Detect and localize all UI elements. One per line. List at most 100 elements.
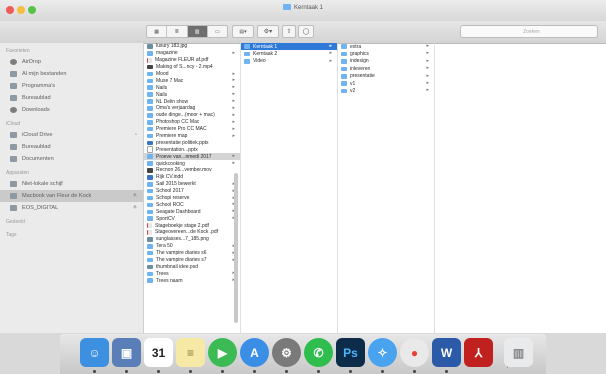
pdf-file-icon bbox=[147, 229, 152, 235]
finder-icon[interactable]: ☺ bbox=[80, 338, 109, 367]
eject-icon[interactable]: ≙ bbox=[133, 193, 137, 199]
file-row[interactable]: v1 ▸ bbox=[338, 80, 434, 87]
file-row[interactable]: Photoshop CC Mac ▸ bbox=[144, 119, 240, 126]
file-row[interactable]: Proeve van...nmedi 2017 ▸ bbox=[144, 153, 240, 161]
desktop-icon bbox=[10, 144, 17, 150]
file-row[interactable]: Presentation...pptx bbox=[144, 146, 240, 154]
file-row[interactable]: Kerntaak 1 ▸ bbox=[241, 43, 337, 51]
trash-icon[interactable]: ▥ bbox=[504, 338, 533, 367]
file-row[interactable]: Premiere Pro CC MAC ▸ bbox=[144, 126, 240, 133]
acrobat-icon[interactable]: ⅄ bbox=[464, 338, 493, 367]
eject-icon[interactable]: ≙ bbox=[133, 205, 137, 211]
dock: ☺ ▣ 31 ≡ ▶ A ⚙ ✆ Ps ✧ ● W ⅄ ▥ bbox=[60, 334, 546, 374]
column-2: Kerntaak 1 ▸ Kerntaak 2 ▸ Video ▸ bbox=[241, 43, 338, 333]
file-row[interactable]: NL Delin show ▸ bbox=[144, 98, 240, 105]
sidebar-item[interactable]: Bureaublad bbox=[0, 92, 143, 104]
sidebar-item[interactable]: Documenten bbox=[0, 153, 143, 165]
sidebar-item[interactable]: Niet-lokale schijf bbox=[0, 178, 143, 190]
file-row[interactable]: Oma's verjaardag ▸ bbox=[144, 105, 240, 112]
file-row[interactable]: thumbnail idee.psd bbox=[144, 264, 240, 271]
file-row[interactable]: Schopi reserve▸ bbox=[144, 195, 240, 202]
column-scrollbar[interactable] bbox=[234, 173, 238, 323]
disk-icon bbox=[10, 205, 17, 211]
file-row[interactable]: Tera 50▸ bbox=[144, 243, 240, 250]
view-mode-segmented-control[interactable]: ▦ ≣ ▥ ▭ bbox=[146, 25, 228, 38]
tags-button[interactable]: ◯ bbox=[298, 25, 314, 38]
file-name: magazine bbox=[156, 50, 178, 57]
search-input[interactable]: Zoeken bbox=[460, 25, 598, 38]
sidebar-item[interactable]: EOS_DIGITAL ≙ bbox=[0, 202, 143, 214]
file-row[interactable]: Muse 7 Mac ▸ bbox=[144, 77, 240, 84]
file-row[interactable]: Kerntaak 2 ▸ bbox=[241, 50, 337, 57]
file-row[interactable]: The vampire diaries s6▸ bbox=[144, 250, 240, 257]
tag-icon: ◯ bbox=[302, 29, 310, 35]
file-row[interactable]: presentatie ▸ bbox=[338, 73, 434, 80]
app-store-icon[interactable]: A bbox=[240, 338, 269, 367]
file-row[interactable]: v2 ▸ bbox=[338, 87, 434, 94]
folder-icon bbox=[147, 154, 153, 159]
safari-icon[interactable]: ✧ bbox=[368, 338, 397, 367]
mov-file-icon bbox=[147, 168, 153, 173]
facetime-icon[interactable]: ▶ bbox=[208, 338, 237, 367]
preview-icon[interactable]: ▣ bbox=[112, 338, 141, 367]
file-row[interactable]: inleveren ▸ bbox=[338, 65, 434, 72]
search-placeholder: Zoeken bbox=[523, 28, 540, 35]
whatsapp-icon[interactable]: ✆ bbox=[304, 338, 333, 367]
sidebar-item[interactable]: Bureaublad bbox=[0, 141, 143, 153]
file-row[interactable]: SportCV▸ bbox=[144, 215, 240, 222]
folder-icon bbox=[282, 4, 291, 10]
file-row[interactable]: Magazine FLEUR af.pdf bbox=[144, 57, 240, 64]
chrome-icon[interactable]: ● bbox=[400, 338, 429, 367]
calendar-icon[interactable]: 31 bbox=[144, 338, 173, 367]
file-row[interactable]: Seagate Dashboard▸ bbox=[144, 208, 240, 215]
file-row[interactable]: Sail 2015 bewerkt▸ bbox=[144, 181, 240, 188]
folder-icon bbox=[244, 51, 250, 57]
file-row[interactable]: School ROC▸ bbox=[144, 201, 240, 208]
file-row[interactable]: The vampire diaries s7▸ bbox=[144, 257, 240, 264]
file-file-icon bbox=[147, 146, 153, 154]
file-row[interactable]: presentatie politiek.pptx bbox=[144, 139, 240, 146]
folder-icon bbox=[147, 161, 153, 166]
icon-view-icon[interactable]: ▦ bbox=[147, 26, 168, 37]
column-view-icon[interactable]: ▥ bbox=[187, 26, 208, 37]
file-row[interactable]: Trees naam▸ bbox=[144, 277, 240, 284]
file-row[interactable]: Trees▸ bbox=[144, 270, 240, 277]
file-row[interactable]: sunglasses...7_185.png bbox=[144, 236, 240, 243]
word-icon[interactable]: W bbox=[432, 338, 461, 367]
file-row[interactable]: Stageovereen...de Kock .pdf bbox=[144, 229, 240, 236]
file-row[interactable]: School 2017▸ bbox=[144, 188, 240, 195]
sidebar-item[interactable]: Programma's bbox=[0, 80, 143, 92]
system-preferences-icon[interactable]: ⚙ bbox=[272, 338, 301, 367]
file-name: Magazine FLEUR af.pdf bbox=[155, 57, 209, 64]
notes-icon[interactable]: ≡ bbox=[176, 338, 205, 367]
share-button[interactable]: ⇧ bbox=[282, 25, 296, 38]
img-file-icon bbox=[147, 44, 153, 49]
file-row[interactable]: oude dinge...(moor + mac) ▸ bbox=[144, 112, 240, 119]
file-row[interactable]: Rijk CV.indd bbox=[144, 174, 240, 181]
file-row[interactable]: Making of S...ncy - 2.mp4 bbox=[144, 64, 240, 71]
sidebar-item[interactable]: Downloads bbox=[0, 104, 143, 116]
file-row[interactable]: indesign ▸ bbox=[338, 58, 434, 65]
file-row[interactable]: Mood ▸ bbox=[144, 71, 240, 78]
file-row[interactable]: graphics ▸ bbox=[338, 50, 434, 57]
file-row[interactable]: magazine ▸ bbox=[144, 50, 240, 57]
arrange-button[interactable]: ▤▾ bbox=[232, 25, 254, 38]
file-row[interactable]: Premiere map ▸ bbox=[144, 133, 240, 140]
file-row[interactable]: Stageboekje stage 2.pdf bbox=[144, 222, 240, 229]
file-row[interactable]: luxury 183.jpg bbox=[144, 43, 240, 50]
file-row[interactable]: Recnon 26...vember.mov bbox=[144, 167, 240, 174]
file-row[interactable]: Nails ▸ bbox=[144, 84, 240, 91]
file-row[interactable]: Nails ▸ bbox=[144, 91, 240, 98]
file-row[interactable]: extra ▸ bbox=[338, 43, 434, 50]
action-button[interactable]: ⚙▾ bbox=[257, 25, 279, 38]
file-row[interactable]: Video ▸ bbox=[241, 58, 337, 65]
coverflow-view-icon[interactable]: ▭ bbox=[208, 26, 227, 37]
file-row[interactable]: quickcooking ▸ bbox=[144, 160, 240, 167]
sidebar-item[interactable]: iCloud Drive ◔ bbox=[0, 129, 143, 141]
sidebar-item[interactable]: Al mijn bestanden bbox=[0, 68, 143, 80]
file-name: Muse 7 Mac bbox=[156, 77, 184, 84]
sidebar-item[interactable]: Macbook van Fleur de Kock ≙ bbox=[0, 190, 143, 202]
list-view-icon[interactable]: ≣ bbox=[167, 26, 188, 37]
photoshop-icon[interactable]: Ps bbox=[336, 338, 365, 367]
sidebar-item[interactable]: AirDrop bbox=[0, 56, 143, 68]
